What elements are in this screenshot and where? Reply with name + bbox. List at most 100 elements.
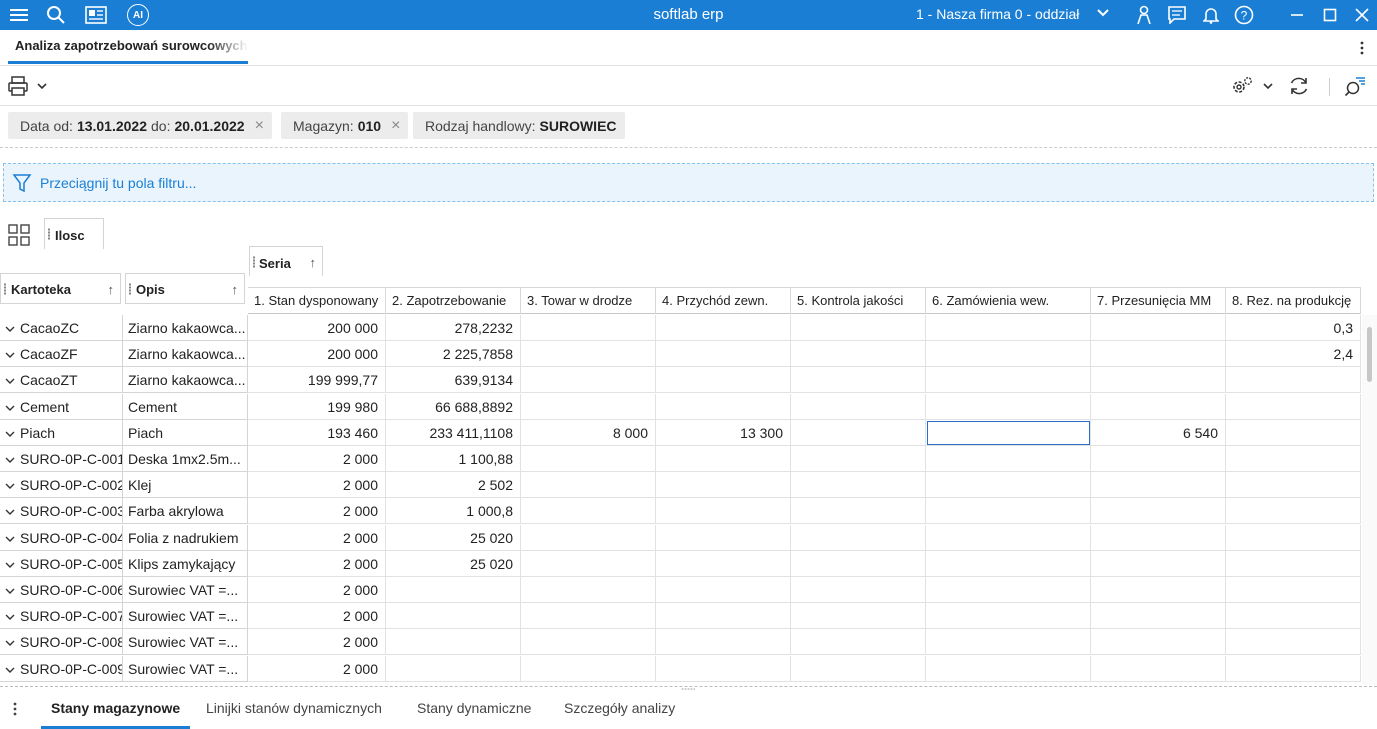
- row-field-opis[interactable]: Opis ↑: [125, 273, 245, 304]
- data-cell[interactable]: 2 000: [248, 524, 386, 551]
- drag-handle-icon[interactable]: [4, 282, 6, 295]
- data-cell[interactable]: [791, 472, 926, 499]
- data-cell[interactable]: [1226, 367, 1361, 394]
- data-cell[interactable]: [521, 367, 656, 394]
- tab-stany-magazynowe[interactable]: Stany magazynowe: [40, 700, 191, 729]
- tab-stany-dynamiczne[interactable]: Stany dynamiczne: [417, 700, 531, 716]
- data-cell[interactable]: [1226, 498, 1361, 525]
- row-header-kartoteka[interactable]: SURO-0P-C-008: [0, 629, 123, 656]
- data-cell[interactable]: [521, 341, 656, 368]
- data-cell[interactable]: [521, 472, 656, 499]
- data-cell[interactable]: [1226, 524, 1361, 551]
- row-header-kartoteka[interactable]: Piach: [0, 419, 123, 446]
- data-field-ilosc[interactable]: Ilosc: [44, 218, 104, 249]
- column-header[interactable]: 8. Rez. na produkcję: [1226, 287, 1361, 314]
- data-cell[interactable]: [1226, 577, 1361, 603]
- column-header[interactable]: 1. Stan dysponowany: [248, 287, 386, 314]
- data-cell[interactable]: [386, 629, 521, 656]
- column-header[interactable]: 4. Przychód zewn.: [656, 287, 791, 314]
- data-cell[interactable]: [1091, 629, 1226, 656]
- tab-linijki-stanow[interactable]: Linijki stanów dynamicznych: [206, 700, 382, 716]
- data-cell[interactable]: [656, 550, 791, 577]
- data-cell[interactable]: [926, 655, 1091, 682]
- data-cell[interactable]: [791, 629, 926, 656]
- data-cell[interactable]: [926, 446, 1091, 472]
- column-field-seria[interactable]: Seria ↑: [249, 246, 323, 276]
- data-cell[interactable]: [1091, 550, 1226, 577]
- data-cell[interactable]: [656, 629, 791, 656]
- expand-chevron-icon[interactable]: [4, 582, 18, 600]
- data-cell[interactable]: [521, 446, 656, 472]
- data-cell[interactable]: [926, 524, 1091, 551]
- data-cell[interactable]: 2 225,7858: [386, 341, 521, 368]
- data-cell[interactable]: [791, 524, 926, 551]
- data-cell[interactable]: 2,4: [1226, 341, 1361, 368]
- data-cell[interactable]: [656, 577, 791, 603]
- data-cell[interactable]: 200 000: [248, 315, 386, 341]
- data-cell[interactable]: 200 000: [248, 341, 386, 368]
- data-cell[interactable]: 1 000,8: [386, 498, 521, 525]
- data-cell[interactable]: 2 000: [248, 446, 386, 472]
- data-cell[interactable]: [521, 550, 656, 577]
- data-cell[interactable]: [521, 655, 656, 682]
- row-header-kartoteka[interactable]: SURO-0P-C-005: [0, 550, 123, 577]
- row-field-kartoteka[interactable]: Kartoteka ↑: [0, 273, 121, 304]
- drag-handle-icon[interactable]: [129, 282, 131, 295]
- data-cell[interactable]: [1091, 341, 1226, 368]
- data-cell[interactable]: [1091, 315, 1226, 341]
- data-cell[interactable]: 66 688,8892: [386, 393, 521, 420]
- expand-chevron-icon[interactable]: [4, 608, 18, 626]
- sort-ascending-icon[interactable]: ↑: [108, 282, 115, 297]
- more-options-icon[interactable]: [1355, 38, 1369, 58]
- data-cell[interactable]: [1226, 446, 1361, 472]
- data-cell[interactable]: [1091, 577, 1226, 603]
- data-cell[interactable]: [1091, 472, 1226, 499]
- data-cell[interactable]: 1 100,88: [386, 446, 521, 472]
- data-cell[interactable]: [791, 315, 926, 341]
- row-header-kartoteka[interactable]: SURO-0P-C-009: [0, 655, 123, 682]
- data-cell[interactable]: 233 411,1108: [386, 419, 521, 446]
- hamburger-menu-icon[interactable]: [6, 4, 32, 26]
- data-cell[interactable]: 2 000: [248, 472, 386, 499]
- data-cell[interactable]: [791, 419, 926, 446]
- data-cell[interactable]: [521, 393, 656, 420]
- expand-chevron-icon[interactable]: [4, 425, 18, 443]
- maximize-icon[interactable]: [1320, 4, 1340, 26]
- column-header[interactable]: 6. Zamówienia wew.: [926, 287, 1091, 314]
- minimize-icon[interactable]: [1287, 4, 1307, 26]
- data-cell[interactable]: [926, 341, 1091, 368]
- data-cell[interactable]: [791, 341, 926, 368]
- data-cell[interactable]: [791, 603, 926, 630]
- bottom-more-icon[interactable]: [8, 700, 22, 721]
- chevron-down-icon[interactable]: [1096, 6, 1110, 23]
- data-cell[interactable]: [791, 498, 926, 525]
- column-header[interactable]: 7. Przesunięcia MM: [1091, 287, 1226, 314]
- data-cell[interactable]: [926, 419, 1091, 446]
- data-cell[interactable]: 0,3: [1226, 315, 1361, 341]
- drag-handle-icon[interactable]: [253, 255, 255, 268]
- data-cell[interactable]: [1091, 655, 1226, 682]
- data-cell[interactable]: [791, 446, 926, 472]
- row-header-kartoteka[interactable]: CacaoZC: [0, 315, 123, 341]
- remove-filter-icon[interactable]: ×: [255, 117, 264, 135]
- data-cell[interactable]: [656, 498, 791, 525]
- help-icon[interactable]: ?: [1233, 4, 1255, 26]
- data-cell[interactable]: [521, 629, 656, 656]
- print-dropdown-chevron-icon[interactable]: [34, 73, 50, 99]
- filter-chip-rodzaj[interactable]: Rodzaj handlowy: SUROWIEC: [413, 112, 625, 139]
- data-cell[interactable]: [656, 524, 791, 551]
- data-cell[interactable]: [656, 655, 791, 682]
- print-icon[interactable]: [6, 73, 30, 99]
- company-selector[interactable]: 1 - Nasza firma 0 - oddział: [916, 6, 1079, 22]
- doc-tab-analiza[interactable]: Analiza zapotrzebowań surowcowych: [8, 38, 248, 66]
- filter-drop-zone[interactable]: Przeciągnij tu pola filtru...: [3, 163, 1374, 202]
- data-cell[interactable]: [926, 315, 1091, 341]
- remove-filter-icon[interactable]: ×: [391, 117, 400, 135]
- data-cell[interactable]: 278,2232: [386, 315, 521, 341]
- data-cell[interactable]: 2 000: [248, 498, 386, 525]
- data-cell[interactable]: [521, 315, 656, 341]
- data-cell[interactable]: [656, 393, 791, 420]
- data-cell[interactable]: 6 540: [1091, 419, 1226, 446]
- data-cell[interactable]: 8 000: [521, 419, 656, 446]
- data-cell[interactable]: [386, 577, 521, 603]
